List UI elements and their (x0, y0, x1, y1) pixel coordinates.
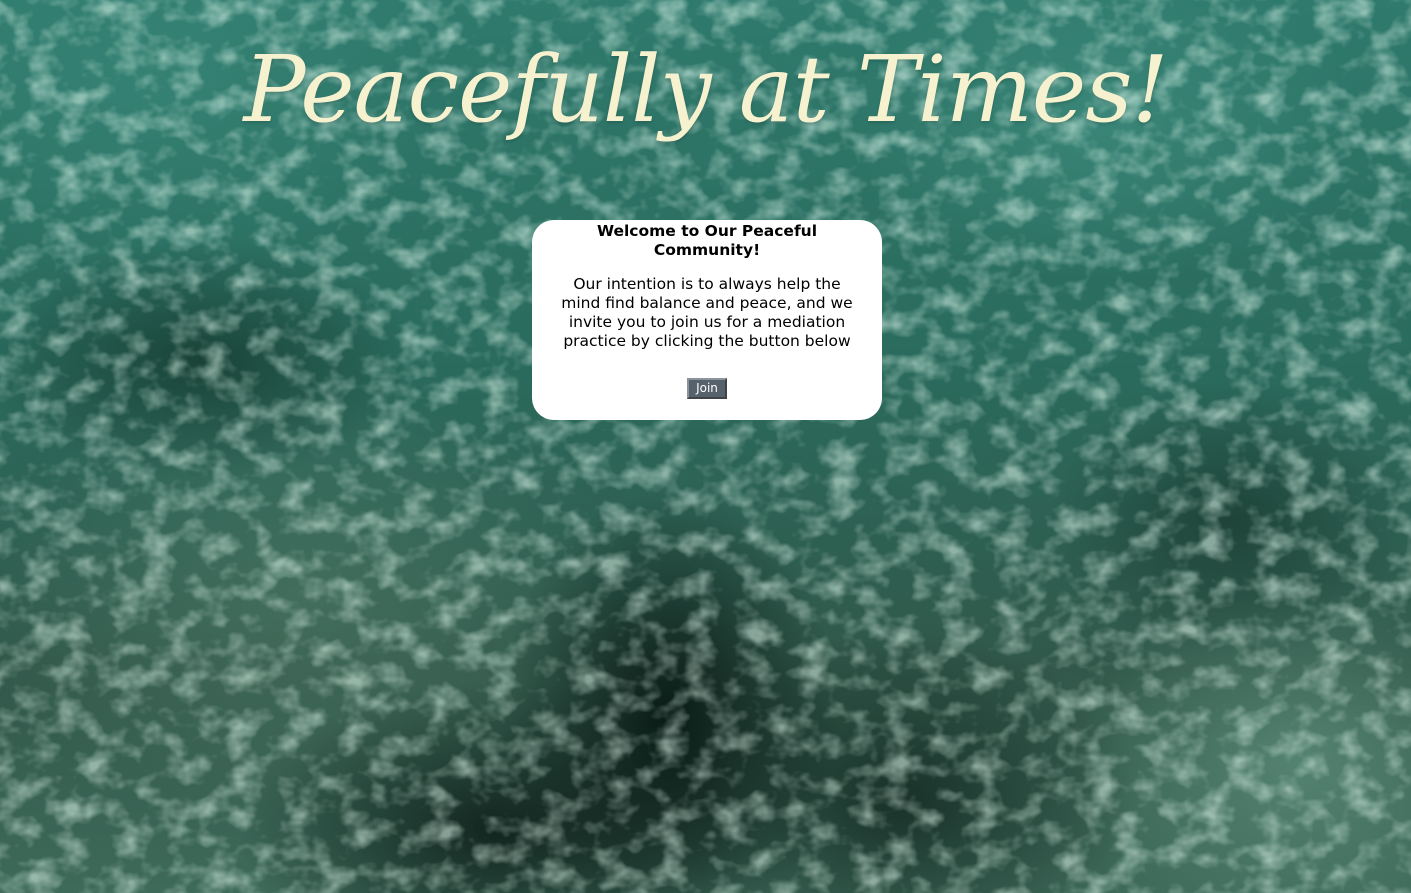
welcome-heading: Welcome to Our Peaceful Community! (596, 222, 818, 259)
join-button[interactable]: Join (687, 378, 727, 399)
site-title: Peacefully at Times! (243, 36, 1168, 143)
welcome-description: Our intention is to always help the mind… (561, 275, 853, 350)
welcome-card: Welcome to Our Peaceful Community! Our i… (532, 220, 882, 420)
